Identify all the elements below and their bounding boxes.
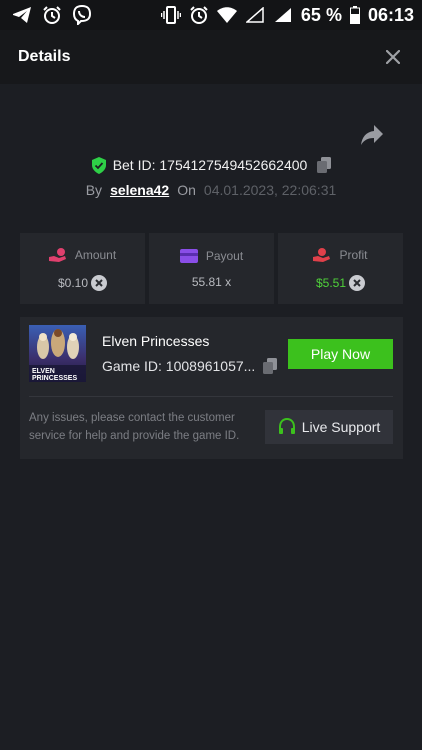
telegram-icon bbox=[12, 5, 32, 25]
thumb-title-2: PRINCESSES bbox=[32, 375, 77, 382]
copy-bet-id-button[interactable] bbox=[317, 157, 332, 173]
wifi-icon bbox=[216, 5, 237, 25]
coin-icon bbox=[349, 274, 366, 291]
close-button[interactable] bbox=[382, 46, 404, 68]
coin-icon bbox=[91, 274, 108, 291]
vibrate-icon bbox=[160, 5, 181, 25]
money-hand-icon bbox=[48, 247, 66, 262]
game-name: Elven Princesses bbox=[102, 333, 210, 349]
divider bbox=[29, 396, 393, 397]
status-bar: 65 % 06:13 bbox=[0, 0, 422, 30]
details-header: Details bbox=[0, 30, 422, 84]
shield-check-icon bbox=[91, 156, 106, 174]
stat-value: 55.81 x bbox=[191, 274, 232, 289]
stat-label: Payout bbox=[205, 248, 244, 263]
bet-stats: Amount $0.10 Payout 55.81 x Profit $5.51 bbox=[20, 233, 403, 304]
stat-amount: Amount $0.10 bbox=[20, 233, 145, 304]
share-icon bbox=[361, 125, 383, 145]
share-button[interactable] bbox=[360, 124, 384, 148]
stat-profit: Profit $5.51 bbox=[278, 233, 403, 304]
game-id-row: Game ID: 1008961057... bbox=[102, 358, 278, 374]
live-support-button[interactable]: Live Support bbox=[265, 410, 393, 444]
thumb-title-1: ELVEN bbox=[32, 368, 55, 375]
stat-payout: Payout 55.81 x bbox=[149, 233, 274, 304]
card-icon bbox=[179, 248, 198, 263]
alarm-icon bbox=[42, 5, 62, 25]
signal-icon bbox=[273, 5, 293, 25]
viber-icon bbox=[72, 5, 92, 25]
support-text: Any issues, please contact the customer … bbox=[29, 412, 240, 442]
game-id: Game ID: 1008961057... bbox=[102, 358, 256, 374]
battery-percent: 65 % bbox=[300, 4, 342, 25]
battery-icon bbox=[349, 5, 360, 25]
stat-label: Profit bbox=[339, 247, 368, 262]
play-now-button[interactable]: Play Now bbox=[288, 339, 393, 369]
copy-icon bbox=[317, 157, 332, 173]
game-thumbnail[interactable]: ELVEN PRINCESSES bbox=[29, 325, 86, 382]
stat-value: $5.51 bbox=[315, 275, 347, 290]
bet-meta-row: By selena42 On 04.01.2023, 22:06:31 bbox=[0, 179, 422, 201]
page-title: Details bbox=[18, 48, 71, 65]
signal-icon bbox=[245, 5, 265, 25]
alarm-icon bbox=[189, 5, 209, 25]
by-label: By bbox=[85, 182, 103, 198]
bet-id: Bet ID: 1754127549452662400 bbox=[112, 157, 308, 173]
bet-date: 04.01.2023, 22:06:31 bbox=[203, 182, 337, 198]
stat-value: $0.10 bbox=[57, 275, 89, 290]
game-card: ELVEN PRINCESSES Elven Princesses Game I… bbox=[20, 317, 403, 459]
clock: 06:13 bbox=[367, 4, 414, 25]
on-label: On bbox=[177, 182, 196, 198]
stat-label: Amount bbox=[74, 247, 117, 262]
copy-icon bbox=[263, 358, 278, 374]
close-icon bbox=[386, 50, 400, 64]
username-link[interactable]: selena42 bbox=[110, 182, 169, 198]
copy-game-id-button[interactable] bbox=[263, 358, 278, 374]
headset-icon bbox=[278, 418, 295, 434]
money-hand-icon bbox=[313, 247, 331, 262]
live-support-label: Live Support bbox=[301, 419, 381, 435]
bet-id-row: Bet ID: 1754127549452662400 bbox=[0, 154, 422, 176]
